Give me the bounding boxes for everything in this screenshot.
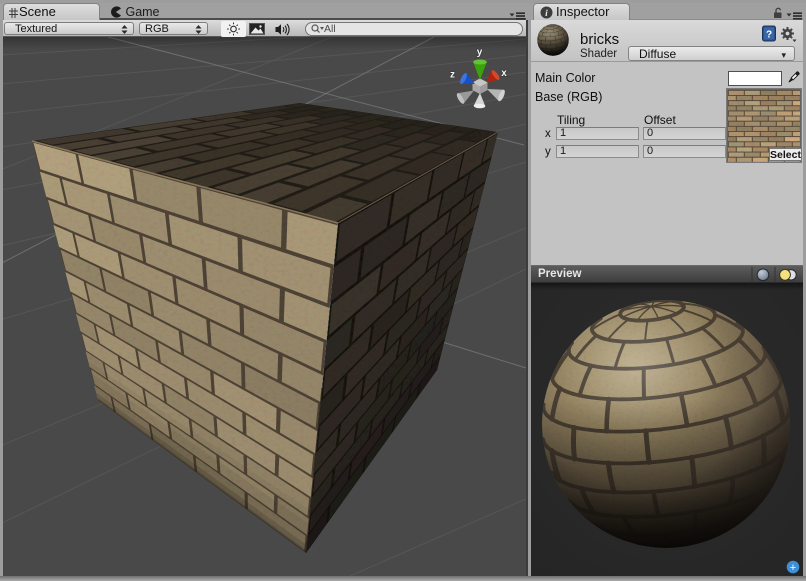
- svg-text:+: +: [790, 562, 796, 574]
- svg-text:?: ?: [766, 30, 772, 41]
- svg-text:y: y: [477, 47, 483, 58]
- svg-text:z: z: [450, 70, 455, 81]
- svg-text:x: x: [501, 68, 507, 79]
- svg-text:i: i: [545, 9, 548, 19]
